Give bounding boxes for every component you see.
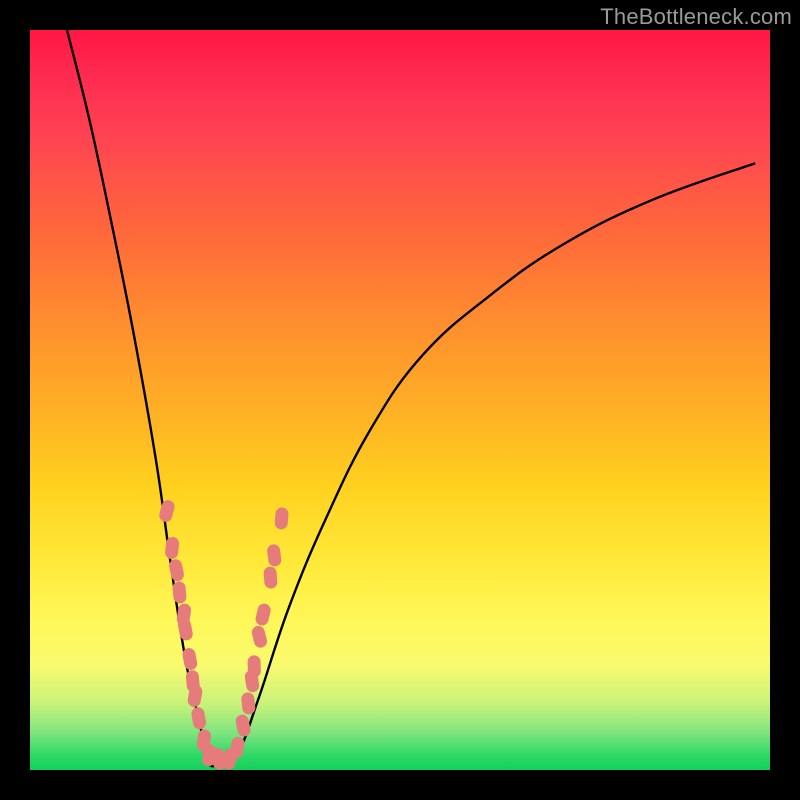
- plot-area: [30, 30, 770, 770]
- curve-group: [67, 30, 755, 766]
- watermark-text: TheBottleneck.com: [600, 4, 792, 30]
- marker-point: [177, 617, 194, 641]
- marker-point: [266, 544, 282, 567]
- marker-point: [229, 736, 246, 760]
- marker-point: [274, 507, 289, 530]
- outer-frame: TheBottleneck.com: [0, 0, 800, 800]
- marker-point: [250, 625, 268, 649]
- marker-point: [172, 581, 187, 604]
- marker-point: [247, 655, 261, 677]
- marker-point: [254, 602, 272, 626]
- marker-point: [241, 692, 256, 715]
- marker-group: [158, 499, 289, 771]
- marker-point: [190, 706, 207, 730]
- bottleneck-curve: [67, 30, 755, 766]
- marker-point: [168, 558, 185, 582]
- marker-point: [158, 499, 176, 524]
- marker-point: [263, 566, 278, 589]
- marker-point: [235, 714, 252, 738]
- marker-point: [181, 647, 198, 671]
- chart-svg: [30, 30, 770, 770]
